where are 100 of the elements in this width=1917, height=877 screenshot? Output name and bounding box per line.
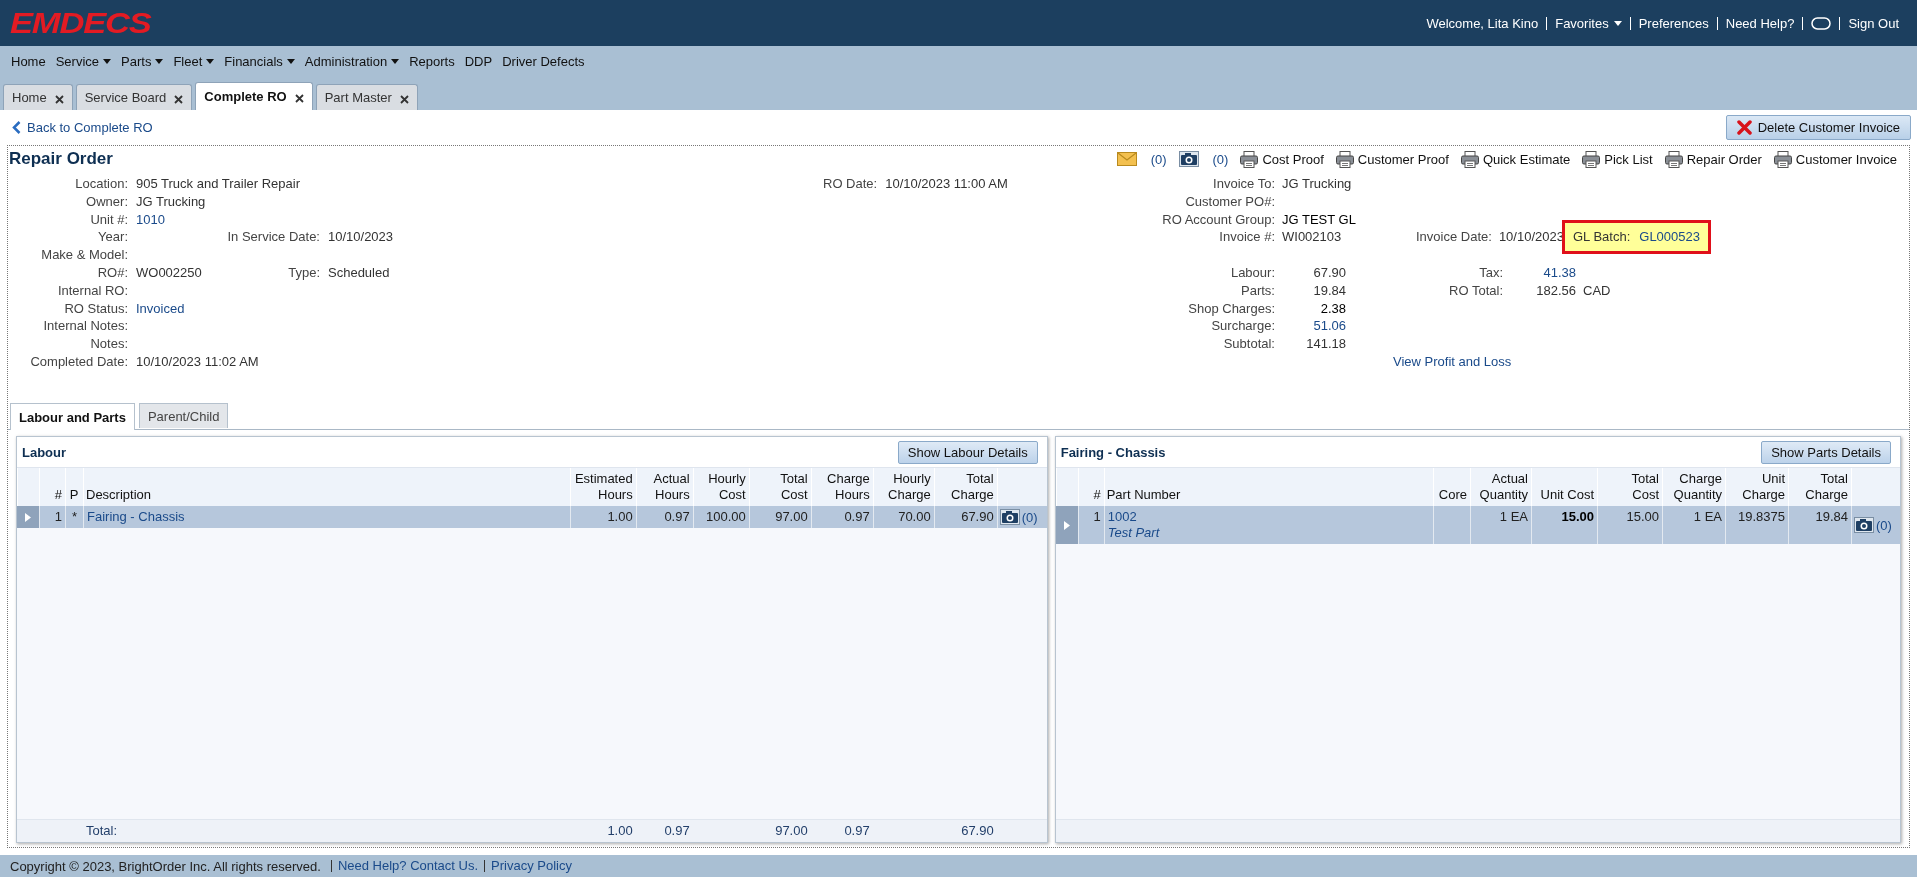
field-label: RO Date:: [823, 175, 878, 193]
total-value[interactable]: 41.38: [1503, 264, 1576, 282]
caret-icon: [206, 58, 215, 64]
menu-item[interactable]: Service: [50, 53, 117, 69]
field-label: Location:: [74, 175, 128, 193]
field-label: Invoice #:: [1218, 228, 1275, 247]
header-link[interactable]: Sign Out: [1839, 16, 1907, 30]
camera-icon[interactable]: [1178, 151, 1199, 167]
field-label: In Service Date:: [226, 228, 320, 247]
table-cell: 70.00: [898, 509, 931, 524]
print-link[interactable]: Repair Order: [1686, 151, 1762, 167]
menu-item[interactable]: Administration: [299, 53, 405, 69]
field-value: 10/10/2023 11:02 AM: [136, 353, 259, 369]
expand-icon[interactable]: [25, 512, 31, 522]
menu-item[interactable]: DDP: [459, 53, 498, 69]
description-link[interactable]: Fairing - Chassis: [87, 509, 185, 524]
profit-loss-link[interactable]: View Profit and Loss: [1393, 353, 1512, 369]
table-cell: 1.00: [607, 509, 633, 524]
field-label: GL Batch:: [1572, 228, 1631, 247]
print-link[interactable]: Pick List: [1604, 151, 1653, 167]
menu-item[interactable]: Parts: [116, 53, 169, 69]
photo-count[interactable]: (0): [1212, 151, 1229, 167]
header-link[interactable]: Preferences: [1629, 16, 1717, 30]
gl-batch-link[interactable]: GL000523: [1639, 228, 1700, 247]
print-link[interactable]: Customer Proof: [1357, 151, 1449, 167]
printer-icon[interactable]: [1335, 150, 1354, 168]
table-row[interactable]: 1 1002 Test Part 1 EA 15.00 15.00 1 EA 19.8375 19.84 (0): [1055, 506, 1900, 544]
printer-icon[interactable]: [1664, 150, 1683, 168]
field-label: Year:: [97, 228, 128, 247]
tab[interactable]: Complete RO: [195, 82, 313, 110]
expand-icon[interactable]: [1063, 520, 1070, 530]
photo-count[interactable]: (0): [1876, 517, 1892, 533]
tab[interactable]: Labour and Parts: [10, 403, 135, 430]
close-icon[interactable]: [54, 95, 64, 104]
copyright-text: Copyright © 2023, BrightOrder Inc. All rights reserved.: [10, 858, 322, 874]
field-label: Notes:: [89, 335, 128, 353]
camera-icon[interactable]: [999, 509, 1020, 525]
total-value: 67.90: [1312, 264, 1346, 282]
show-details-button[interactable]: Show Parts Details: [1761, 440, 1891, 464]
table-cell: 1: [54, 509, 62, 524]
total-label: Surcharge:: [1210, 317, 1275, 336]
field-label: Owner:: [85, 192, 128, 211]
part-number-link[interactable]: 1002: [1107, 509, 1137, 524]
camera-icon[interactable]: [1854, 517, 1874, 533]
footer-link[interactable]: Privacy Policy: [484, 860, 578, 872]
field-label: Internal Notes:: [42, 317, 128, 336]
tab[interactable]: Home: [3, 84, 73, 110]
menu-item[interactable]: Driver Defects: [497, 53, 590, 69]
chat-icon[interactable]: [1811, 16, 1832, 30]
print-link[interactable]: Cost Proof: [1262, 151, 1324, 167]
printer-icon[interactable]: [1460, 150, 1479, 168]
header-link[interactable]: Need Help?: [1716, 16, 1803, 30]
menu-item[interactable]: Financials: [219, 53, 300, 69]
close-icon[interactable]: [174, 95, 184, 104]
part-description: Test Part: [1107, 525, 1161, 541]
printer-icon[interactable]: [1773, 150, 1792, 168]
close-icon[interactable]: [294, 94, 304, 103]
table-cell: 19.84: [1815, 509, 1848, 524]
photo-count[interactable]: (0): [1021, 509, 1038, 525]
envelope-icon[interactable]: [1116, 152, 1137, 166]
back-link[interactable]: Back to Complete RO: [12, 120, 153, 135]
table-cell: *: [71, 509, 78, 524]
panel-title: Fairing - Chassis: [1060, 444, 1166, 460]
show-details-button[interactable]: Show Labour Details: [897, 440, 1038, 464]
favorites-menu[interactable]: Favorites: [1546, 16, 1630, 30]
table-cell: 15.00: [1561, 509, 1594, 524]
field-value: WO002250: [136, 265, 202, 280]
field-value: 905 Truck and Trailer Repair: [136, 176, 301, 191]
footer-link[interactable]: Need Help? Contact Us.: [330, 860, 485, 872]
menu-item[interactable]: Reports: [404, 53, 460, 69]
total-value[interactable]: 51.06: [1275, 317, 1346, 336]
field-value: 10/10/2023 11:00 AM: [885, 175, 1008, 193]
printer-icon[interactable]: [1582, 150, 1601, 168]
delete-button[interactable]: Delete Customer Invoice: [1725, 115, 1911, 140]
total-value: 19.84: [1312, 281, 1346, 300]
total-value: 2.38: [1319, 299, 1346, 318]
menu-item[interactable]: Home: [6, 53, 51, 69]
field-link[interactable]: 1010: [136, 211, 165, 227]
tab[interactable]: Service Board: [75, 84, 193, 110]
caret-icon: [1613, 20, 1622, 26]
field-value: 10/10/2023: [328, 228, 395, 247]
field-label: Type:: [287, 264, 320, 282]
message-count[interactable]: (0): [1150, 151, 1167, 167]
print-link[interactable]: Quick Estimate: [1482, 151, 1571, 167]
menu-item[interactable]: Fleet: [168, 53, 220, 69]
caret-icon: [103, 58, 112, 64]
table-cell: 15.00: [1626, 509, 1659, 524]
field-link[interactable]: Invoiced: [136, 300, 185, 316]
field-label: Make & Model:: [40, 246, 128, 264]
print-link[interactable]: Customer Invoice: [1795, 151, 1897, 167]
total-label: Total:: [86, 823, 118, 838]
field-value: 10/10/2023: [1498, 228, 1564, 247]
tab[interactable]: Part Master: [315, 84, 418, 110]
printer-icon[interactable]: [1240, 150, 1259, 168]
field-label: Customer PO#:: [1184, 192, 1275, 211]
tab[interactable]: Parent/Child: [138, 403, 229, 428]
panel-title: Labour: [22, 444, 67, 460]
table-row[interactable]: 1 * Fairing - Chassis 1.00 0.97 100.00 97.00 0.97 70.00 67.90 (0): [17, 506, 1047, 528]
caret-icon: [155, 58, 164, 64]
close-icon[interactable]: [399, 95, 409, 104]
